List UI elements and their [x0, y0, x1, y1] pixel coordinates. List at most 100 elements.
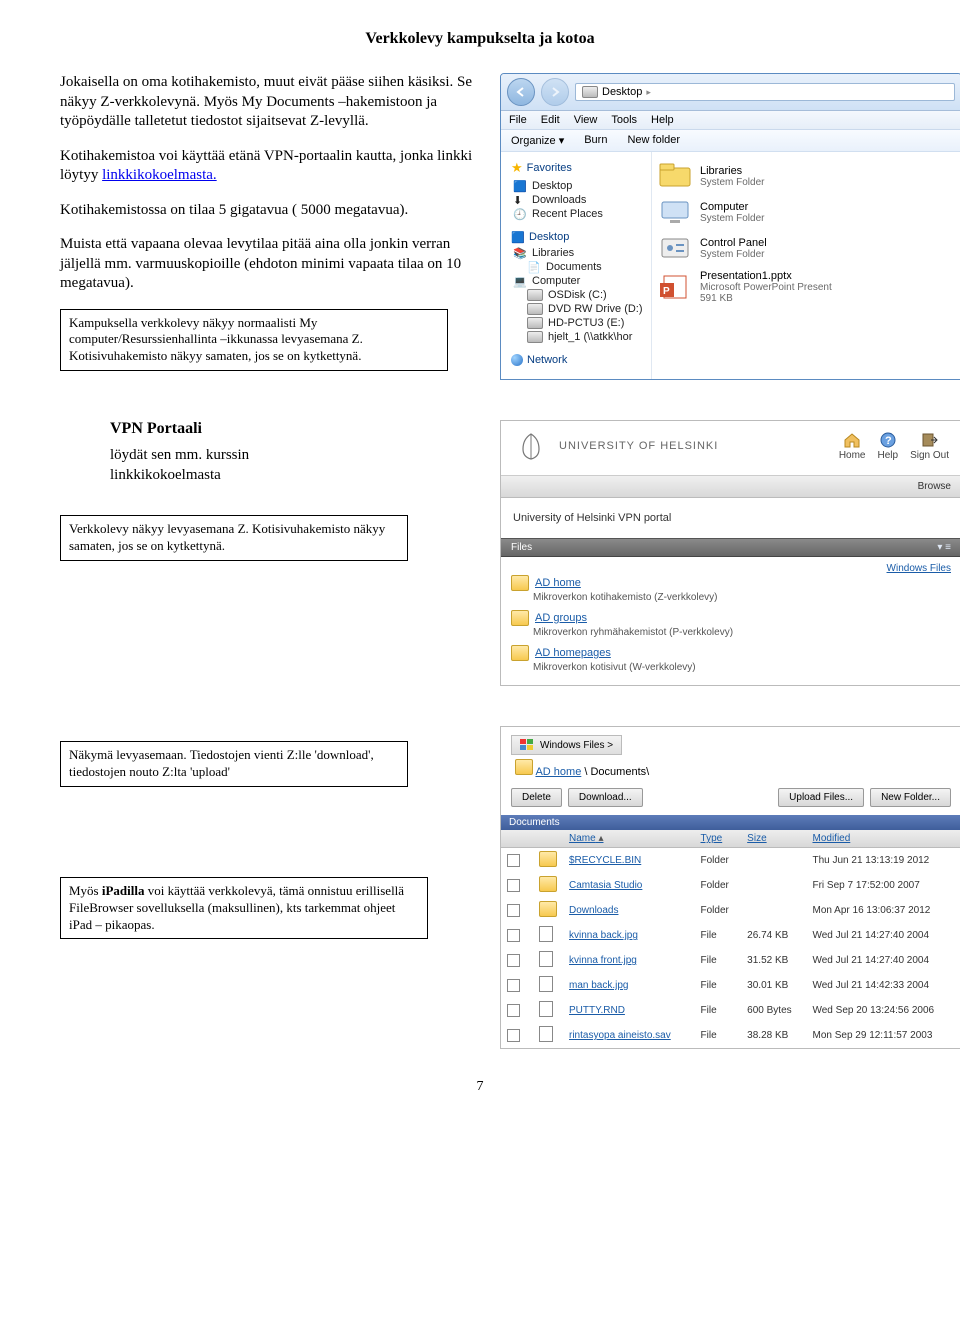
- file-name-link[interactable]: rintasyopa aineisto.sav: [569, 1030, 671, 1041]
- file-name-link[interactable]: man back.jpg: [569, 980, 628, 991]
- row-checkbox[interactable]: [507, 954, 520, 967]
- vpn-logo: UNIVERSITY OF HELSINKI: [513, 431, 718, 461]
- svg-text:?: ?: [885, 435, 892, 447]
- file-name-link[interactable]: kvinna front.jpg: [569, 955, 637, 966]
- forward-button[interactable]: [541, 78, 569, 106]
- para-3: Kotihakemistossa on tilaa 5 gigatavua ( …: [60, 201, 480, 221]
- file-row[interactable]: DownloadsFolderMon Apr 16 13:06:37 2012: [501, 898, 960, 923]
- file-size: 30.01 KB: [741, 973, 806, 998]
- file-modified: Mon Sep 29 12:11:57 2003: [806, 1023, 960, 1048]
- upload-button[interactable]: Upload Files...: [778, 788, 864, 807]
- row-checkbox[interactable]: [507, 904, 520, 917]
- vpn-item-adhome-desc: Mikroverkon kotihakemisto (Z-verkkolevy): [533, 592, 951, 603]
- explorer-navbar: Desktop ▸: [501, 74, 960, 111]
- file-size: 26.74 KB: [741, 923, 806, 948]
- file-row[interactable]: kvinna back.jpg File26.74 KBWed Jul 21 14…: [501, 923, 960, 948]
- vpn-help-button[interactable]: ?Help: [878, 432, 899, 461]
- linkkikokoelma-link[interactable]: linkkikokoelmasta.: [102, 167, 217, 183]
- file-row[interactable]: PUTTY.RNDFile600 BytesWed Sep 20 13:24:5…: [501, 998, 960, 1023]
- vpn-item-adgroups[interactable]: AD groups: [511, 609, 951, 627]
- file-row[interactable]: man back.jpgFile30.01 KBWed Jul 21 14:42…: [501, 973, 960, 998]
- file-modified: Wed Jul 21 14:27:40 2004: [806, 923, 960, 948]
- file-icon: [539, 951, 553, 967]
- download-button[interactable]: Download...: [568, 788, 643, 807]
- sidebar-item-computer[interactable]: 💻Computer: [509, 274, 651, 288]
- network-header[interactable]: Network: [509, 352, 651, 369]
- menu-tools[interactable]: Tools: [611, 114, 637, 126]
- row-checkbox[interactable]: [507, 1029, 520, 1042]
- menu-help[interactable]: Help: [651, 114, 674, 126]
- file-modified: Wed Jul 21 14:42:33 2004: [806, 973, 960, 998]
- file-name-link[interactable]: kvinna back.jpg: [569, 930, 638, 941]
- svg-text:P: P: [663, 286, 670, 297]
- file-modified: Mon Apr 16 13:06:37 2012: [806, 898, 960, 923]
- vpn-browse-bar[interactable]: Browse: [501, 475, 960, 498]
- col-name[interactable]: Name ▴: [563, 830, 695, 848]
- vpn-signout-button[interactable]: Sign Out: [910, 432, 949, 461]
- favorites-header[interactable]: ★Favorites: [509, 158, 651, 179]
- tile-presentation[interactable]: P Presentation1.pptxMicrosoft PowerPoint…: [656, 266, 957, 308]
- file-row[interactable]: rintasyopa aineisto.savFile38.28 KBMon S…: [501, 1023, 960, 1048]
- row-checkbox[interactable]: [507, 979, 520, 992]
- vpn-welcome-text: University of Helsinki VPN portal: [501, 498, 960, 538]
- vpn-portal-window: UNIVERSITY OF HELSINKI Home ?Help Sign O…: [500, 420, 960, 686]
- vpn-item-adhomepages-desc: Mikroverkon kotisivut (W-verkkolevy): [533, 662, 951, 673]
- address-bar[interactable]: Desktop ▸: [575, 83, 955, 101]
- sidebar-item-desktop[interactable]: 🟦Desktop: [509, 179, 651, 193]
- vpn-item-adhome[interactable]: AD home: [511, 574, 951, 592]
- crumb-adhome-link[interactable]: AD home: [535, 766, 581, 778]
- file-name-link[interactable]: $RECYCLE.BIN: [569, 855, 641, 866]
- sidebar-item-dvd[interactable]: DVD RW Drive (D:): [509, 302, 651, 316]
- file-type: File: [695, 923, 742, 948]
- col-size[interactable]: Size: [741, 830, 806, 848]
- toolbar-organize[interactable]: Organize ▾: [511, 134, 564, 147]
- col-modified[interactable]: Modified: [806, 830, 960, 848]
- sidebar-item-osdisk[interactable]: OSDisk (C:): [509, 288, 651, 302]
- star-icon: ★: [511, 160, 523, 176]
- sidebar-item-libraries[interactable]: 📚Libraries: [509, 246, 651, 260]
- col-type[interactable]: Type: [695, 830, 742, 848]
- sidebar-item-netdrive[interactable]: hjelt_1 (\\atkk\hor: [509, 330, 651, 344]
- file-row[interactable]: Camtasia StudioFolderFri Sep 7 17:52:00 …: [501, 873, 960, 898]
- row-checkbox[interactable]: [507, 854, 520, 867]
- desktop-header[interactable]: 🟦Desktop: [509, 229, 651, 246]
- menu-file[interactable]: File: [509, 114, 527, 126]
- signout-icon: [921, 432, 939, 448]
- file-row[interactable]: kvinna front.jpgFile31.52 KBWed Jul 21 1…: [501, 948, 960, 973]
- file-type: File: [695, 998, 742, 1023]
- toolbar-newfolder[interactable]: New folder: [627, 134, 680, 147]
- vpn-home-button[interactable]: Home: [839, 432, 866, 461]
- tile-computer[interactable]: ComputerSystem Folder: [656, 194, 957, 230]
- row-checkbox[interactable]: [507, 1004, 520, 1017]
- file-type: File: [695, 1023, 742, 1048]
- home-icon: [843, 432, 861, 448]
- newfolder-button[interactable]: New Folder...: [870, 788, 951, 807]
- tile-libraries[interactable]: LibrariesSystem Folder: [656, 158, 957, 194]
- menu-view[interactable]: View: [574, 114, 598, 126]
- row-checkbox[interactable]: [507, 929, 520, 942]
- explorer-main: LibrariesSystem Folder ComputerSystem Fo…: [652, 152, 960, 379]
- hd-icon: [527, 317, 543, 329]
- vpn-item-adhomepages[interactable]: AD homepages: [511, 644, 951, 662]
- file-name-link[interactable]: Downloads: [569, 905, 618, 916]
- vpn-windows-files-link[interactable]: Windows Files: [511, 563, 951, 574]
- file-row[interactable]: $RECYCLE.BINFolderThu Jun 21 13:13:19 20…: [501, 848, 960, 874]
- sidebar-item-downloads[interactable]: ⬇Downloads: [509, 193, 651, 207]
- sidebar-item-documents[interactable]: 📄Documents: [509, 260, 651, 274]
- sidebar-item-recent[interactable]: 🕘Recent Places: [509, 207, 651, 221]
- vpn-para: löydät sen mm. kurssin linkkikokoelmasta: [110, 446, 290, 485]
- menu-edit[interactable]: Edit: [541, 114, 560, 126]
- help-icon: ?: [879, 432, 897, 448]
- sidebar-item-hd[interactable]: HD-PCTU3 (E:): [509, 316, 651, 330]
- toolbar-burn[interactable]: Burn: [584, 134, 607, 147]
- vpn-collapse-icon[interactable]: ▾ ≡: [937, 542, 951, 553]
- downloads-icon: ⬇: [513, 194, 527, 206]
- delete-button[interactable]: Delete: [511, 788, 562, 807]
- vpn-files-header: Files: [511, 542, 532, 553]
- tile-controlpanel[interactable]: Control PanelSystem Folder: [656, 230, 957, 266]
- row-checkbox[interactable]: [507, 879, 520, 892]
- file-name-link[interactable]: Camtasia Studio: [569, 880, 642, 891]
- vpn-breadcrumb: Windows Files >: [511, 735, 622, 755]
- back-button[interactable]: [507, 78, 535, 106]
- file-name-link[interactable]: PUTTY.RND: [569, 1005, 625, 1016]
